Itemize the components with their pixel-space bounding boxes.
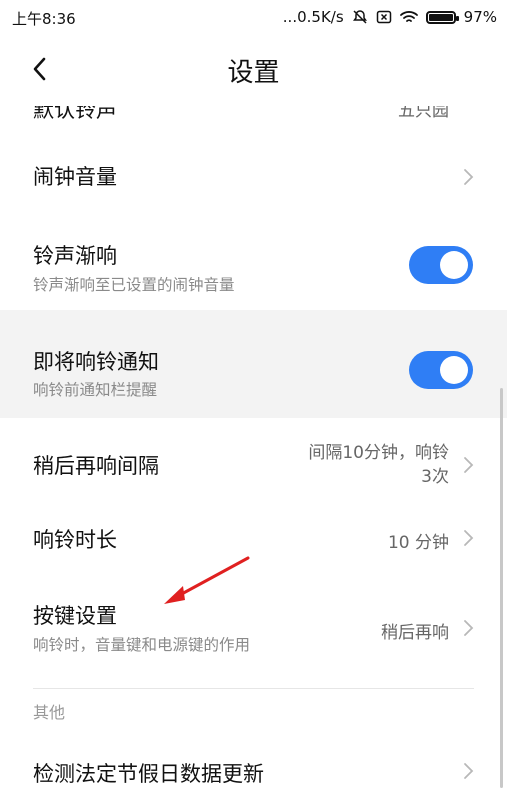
fade-in-toggle[interactable] — [409, 246, 473, 284]
toggle-knob — [440, 251, 468, 279]
status-icons: ...0.5K/s 97% — [283, 8, 497, 26]
battery-percent: 97% — [463, 8, 497, 26]
setting-title: 铃声渐响 — [33, 244, 117, 268]
title-bar: 设置 — [0, 34, 507, 106]
setting-title: 稍后再响间隔 — [33, 454, 159, 478]
setting-upcoming-notify[interactable]: 即将响铃通知 响铃前通知栏提醒 — [0, 310, 507, 418]
setting-title: 检测法定节假日数据更新 — [33, 762, 264, 786]
page-title: 设置 — [227, 58, 280, 88]
chevron-right-icon — [464, 169, 474, 185]
sim-error-icon — [376, 9, 392, 25]
setting-value: 10 分钟 — [387, 533, 449, 553]
status-time: 上午8:36 — [12, 10, 76, 28]
setting-value: 五只园 — [398, 106, 449, 121]
upcoming-notify-toggle[interactable] — [409, 351, 473, 389]
scrollbar[interactable] — [500, 388, 503, 788]
setting-value-line2: 3次 — [421, 467, 449, 487]
setting-alarm-volume[interactable]: 闹钟音量 — [0, 136, 507, 216]
battery-icon — [425, 10, 459, 24]
chevron-right-icon — [464, 620, 474, 636]
settings-list[interactable]: 默认铃声 五只园 闹钟音量 铃声渐响 铃声渐响至已设置的闹钟音量 即将响铃通知 … — [0, 106, 507, 800]
wifi-icon — [399, 10, 418, 24]
setting-fade-in[interactable]: 铃声渐响 铃声渐响至已设置的闹钟音量 — [0, 216, 507, 310]
section-label-other: 其他 — [33, 703, 66, 722]
setting-title: 响铃时长 — [33, 528, 117, 552]
setting-value-line1: 间隔10分钟，响铃 — [308, 443, 449, 463]
network-speed: ...0.5K/s — [282, 8, 344, 26]
setting-value: 稍后再响 — [381, 623, 449, 643]
section-divider — [33, 688, 474, 689]
setting-ring-duration[interactable]: 响铃时长 10 分钟 — [0, 510, 507, 578]
setting-snooze-interval[interactable]: 稍后再响间隔 间隔10分钟，响铃 3次 — [0, 418, 507, 510]
setting-subtitle: 响铃前通知栏提醒 — [33, 381, 158, 399]
setting-holiday-update[interactable]: 检测法定节假日数据更新 — [0, 728, 507, 800]
chevron-right-icon — [464, 457, 474, 473]
setting-subtitle: 铃声渐响至已设置的闹钟音量 — [33, 276, 235, 294]
setting-title: 即将响铃通知 — [33, 350, 159, 374]
chevron-right-icon — [464, 530, 474, 546]
alarm-off-icon — [352, 9, 368, 25]
setting-subtitle: 响铃时，音量键和电源键的作用 — [33, 636, 251, 654]
setting-title: 默认铃声 — [33, 106, 117, 122]
chevron-right-icon — [464, 763, 474, 779]
setting-default-ringtone[interactable]: 默认铃声 五只园 — [0, 106, 507, 124]
status-bar: 上午8:36 ...0.5K/s 97% — [0, 0, 507, 34]
toggle-knob — [440, 356, 468, 384]
setting-title: 按键设置 — [33, 604, 117, 628]
setting-key-settings[interactable]: 按键设置 响铃时，音量键和电源键的作用 稍后再响 — [0, 578, 507, 674]
setting-title: 闹钟音量 — [33, 165, 117, 189]
